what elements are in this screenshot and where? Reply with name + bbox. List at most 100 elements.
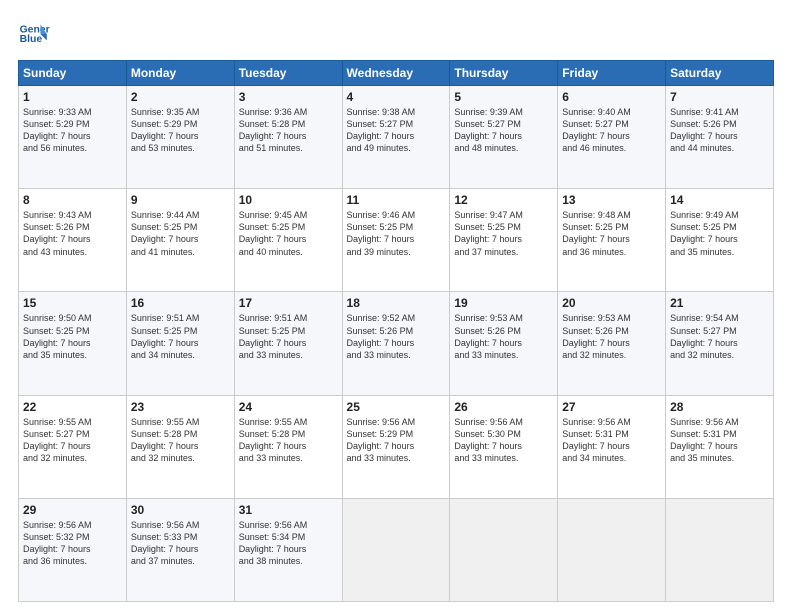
calendar-day-25: 25 Sunrise: 9:56 AMSunset: 5:29 PMDayligh… (342, 395, 450, 498)
day-number: 4 (347, 90, 446, 104)
day-number: 9 (131, 193, 230, 207)
day-info: Sunrise: 9:46 AMSunset: 5:25 PMDaylight:… (347, 209, 446, 258)
calendar-day-28: 28 Sunrise: 9:56 AMSunset: 5:31 PMDayligh… (666, 395, 774, 498)
day-number: 14 (670, 193, 769, 207)
day-number: 10 (239, 193, 338, 207)
day-info: Sunrise: 9:48 AMSunset: 5:25 PMDaylight:… (562, 209, 661, 258)
day-number: 15 (23, 296, 122, 310)
day-number: 31 (239, 503, 338, 517)
col-header-friday: Friday (558, 61, 666, 86)
calendar-day-5: 5Sunrise: 9:39 AMSunset: 5:27 PMDaylight… (450, 86, 558, 189)
day-number: 23 (131, 400, 230, 414)
day-info: Sunrise: 9:51 AMSunset: 5:25 PMDaylight:… (239, 312, 338, 361)
calendar-week-4: 22 Sunrise: 9:55 AMSunset: 5:27 PMDayligh… (19, 395, 774, 498)
calendar-day-21: 21 Sunrise: 9:54 AMSunset: 5:27 PMDayligh… (666, 292, 774, 395)
col-header-wednesday: Wednesday (342, 61, 450, 86)
day-number: 8 (23, 193, 122, 207)
calendar-day-16: 16 Sunrise: 9:51 AMSunset: 5:25 PMDayligh… (126, 292, 234, 395)
calendar-day-10: 10 Sunrise: 9:45 AMSunset: 5:25 PMDayligh… (234, 189, 342, 292)
calendar-day-27: 27 Sunrise: 9:56 AMSunset: 5:31 PMDayligh… (558, 395, 666, 498)
day-number: 12 (454, 193, 553, 207)
day-info: Sunrise: 9:33 AMSunset: 5:29 PMDaylight:… (23, 106, 122, 155)
calendar-week-3: 15Sunrise: 9:50 AMSunset: 5:25 PMDayligh… (19, 292, 774, 395)
day-number: 24 (239, 400, 338, 414)
calendar-week-1: 1 Sunrise: 9:33 AMSunset: 5:29 PMDaylight… (19, 86, 774, 189)
day-number: 1 (23, 90, 122, 104)
day-info: Sunrise: 9:49 AMSunset: 5:25 PMDaylight:… (670, 209, 769, 258)
calendar-day-17: 17 Sunrise: 9:51 AMSunset: 5:25 PMDayligh… (234, 292, 342, 395)
day-number: 29 (23, 503, 122, 517)
day-number: 25 (347, 400, 446, 414)
day-info: Sunrise: 9:53 AMSunset: 5:26 PMDaylight:… (562, 312, 661, 361)
calendar-day-29: 29 Sunrise: 9:56 AMSunset: 5:32 PMDayligh… (19, 498, 127, 601)
calendar-day-2: 2Sunrise: 9:35 AMSunset: 5:29 PMDaylight… (126, 86, 234, 189)
calendar-day-20: 20 Sunrise: 9:53 AMSunset: 5:26 PMDayligh… (558, 292, 666, 395)
day-info: Sunrise: 9:56 AMSunset: 5:31 PMDaylight:… (562, 416, 661, 465)
col-header-thursday: Thursday (450, 61, 558, 86)
day-number: 22 (23, 400, 122, 414)
calendar-day-12: 12 Sunrise: 9:47 AMSunset: 5:25 PMDayligh… (450, 189, 558, 292)
day-info: Sunrise: 9:45 AMSunset: 5:25 PMDaylight:… (239, 209, 338, 258)
day-info: Sunrise: 9:36 AMSunset: 5:28 PMDaylight:… (239, 106, 338, 155)
day-info: Sunrise: 9:56 AMSunset: 5:33 PMDaylight:… (131, 519, 230, 568)
col-header-monday: Monday (126, 61, 234, 86)
day-info: Sunrise: 9:55 AMSunset: 5:27 PMDaylight:… (23, 416, 122, 465)
day-number: 19 (454, 296, 553, 310)
calendar-day-22: 22 Sunrise: 9:55 AMSunset: 5:27 PMDayligh… (19, 395, 127, 498)
day-number: 26 (454, 400, 553, 414)
calendar-day-24: 24 Sunrise: 9:55 AMSunset: 5:28 PMDayligh… (234, 395, 342, 498)
day-info: Sunrise: 9:52 AMSunset: 5:26 PMDaylight:… (347, 312, 446, 361)
day-info: Sunrise: 9:40 AMSunset: 5:27 PMDaylight:… (562, 106, 661, 155)
calendar-day-19: 19 Sunrise: 9:53 AMSunset: 5:26 PMDayligh… (450, 292, 558, 395)
day-info: Sunrise: 9:56 AMSunset: 5:29 PMDaylight:… (347, 416, 446, 465)
day-number: 21 (670, 296, 769, 310)
calendar-day-23: 23 Sunrise: 9:55 AMSunset: 5:28 PMDayligh… (126, 395, 234, 498)
day-number: 28 (670, 400, 769, 414)
calendar-day-14: 14 Sunrise: 9:49 AMSunset: 5:25 PMDayligh… (666, 189, 774, 292)
day-number: 27 (562, 400, 661, 414)
day-info: Sunrise: 9:55 AMSunset: 5:28 PMDaylight:… (131, 416, 230, 465)
col-header-tuesday: Tuesday (234, 61, 342, 86)
day-info: Sunrise: 9:39 AMSunset: 5:27 PMDaylight:… (454, 106, 553, 155)
day-number: 17 (239, 296, 338, 310)
empty-cell (558, 498, 666, 601)
day-info: Sunrise: 9:55 AMSunset: 5:28 PMDaylight:… (239, 416, 338, 465)
day-number: 16 (131, 296, 230, 310)
calendar-header-row: SundayMondayTuesdayWednesdayThursdayFrid… (19, 61, 774, 86)
day-number: 11 (347, 193, 446, 207)
svg-text:Blue: Blue (20, 34, 43, 45)
calendar-day-9: 9 Sunrise: 9:44 AMSunset: 5:25 PMDaylight… (126, 189, 234, 292)
calendar-day-11: 11 Sunrise: 9:46 AMSunset: 5:25 PMDayligh… (342, 189, 450, 292)
day-number: 20 (562, 296, 661, 310)
calendar-day-7: 7Sunrise: 9:41 AMSunset: 5:26 PMDaylight… (666, 86, 774, 189)
day-info: Sunrise: 9:54 AMSunset: 5:27 PMDaylight:… (670, 312, 769, 361)
day-info: Sunrise: 9:38 AMSunset: 5:27 PMDaylight:… (347, 106, 446, 155)
calendar-week-2: 8 Sunrise: 9:43 AMSunset: 5:26 PMDaylight… (19, 189, 774, 292)
calendar-day-8: 8 Sunrise: 9:43 AMSunset: 5:26 PMDaylight… (19, 189, 127, 292)
day-info: Sunrise: 9:56 AMSunset: 5:32 PMDaylight:… (23, 519, 122, 568)
day-info: Sunrise: 9:53 AMSunset: 5:26 PMDaylight:… (454, 312, 553, 361)
day-info: Sunrise: 9:56 AMSunset: 5:34 PMDaylight:… (239, 519, 338, 568)
calendar-day-31: 31 Sunrise: 9:56 AMSunset: 5:34 PMDayligh… (234, 498, 342, 601)
day-number: 3 (239, 90, 338, 104)
col-header-sunday: Sunday (19, 61, 127, 86)
day-info: Sunrise: 9:44 AMSunset: 5:25 PMDaylight:… (131, 209, 230, 258)
calendar-day-1: 1 Sunrise: 9:33 AMSunset: 5:29 PMDaylight… (19, 86, 127, 189)
day-info: Sunrise: 9:35 AMSunset: 5:29 PMDaylight:… (131, 106, 230, 155)
empty-cell (450, 498, 558, 601)
header: General Blue (18, 18, 774, 50)
logo-icon: General Blue (18, 18, 50, 50)
logo: General Blue (18, 18, 50, 50)
calendar-week-5: 29 Sunrise: 9:56 AMSunset: 5:32 PMDayligh… (19, 498, 774, 601)
day-info: Sunrise: 9:47 AMSunset: 5:25 PMDaylight:… (454, 209, 553, 258)
day-info: Sunrise: 9:56 AMSunset: 5:31 PMDaylight:… (670, 416, 769, 465)
calendar-day-30: 30 Sunrise: 9:56 AMSunset: 5:33 PMDayligh… (126, 498, 234, 601)
day-info: Sunrise: 9:43 AMSunset: 5:26 PMDaylight:… (23, 209, 122, 258)
calendar-day-6: 6 Sunrise: 9:40 AMSunset: 5:27 PMDaylight… (558, 86, 666, 189)
empty-cell (342, 498, 450, 601)
empty-cell (666, 498, 774, 601)
day-number: 6 (562, 90, 661, 104)
day-info: Sunrise: 9:51 AMSunset: 5:25 PMDaylight:… (131, 312, 230, 361)
col-header-saturday: Saturday (666, 61, 774, 86)
day-number: 30 (131, 503, 230, 517)
